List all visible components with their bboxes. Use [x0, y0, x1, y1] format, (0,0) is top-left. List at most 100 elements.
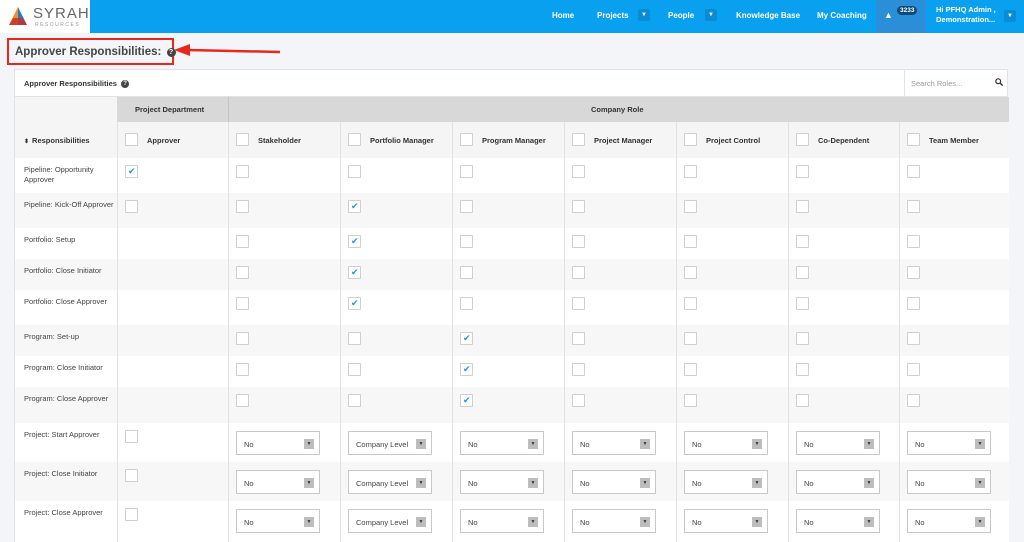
- role-checkbox[interactable]: [236, 266, 249, 279]
- role-level-select[interactable]: No ▼: [460, 509, 544, 533]
- role-level-select[interactable]: No ▼: [907, 470, 991, 494]
- role-level-select[interactable]: Company Level ▼: [348, 509, 432, 533]
- chevron-down-icon[interactable]: ▼: [975, 517, 985, 527]
- nav-projects[interactable]: Projects: [597, 11, 629, 20]
- role-level-select[interactable]: Company Level ▼: [348, 431, 432, 455]
- select-all-project-control-checkbox[interactable]: [684, 133, 697, 146]
- chevron-down-icon[interactable]: ▼: [416, 439, 426, 449]
- role-checkbox[interactable]: [907, 200, 920, 213]
- search-icon[interactable]: [995, 78, 1003, 86]
- nav-knowledge-base[interactable]: Knowledge Base: [736, 11, 800, 20]
- select-all-project-manager-checkbox[interactable]: [572, 133, 585, 146]
- role-checkbox[interactable]: [796, 394, 809, 407]
- role-checkbox[interactable]: [572, 297, 585, 310]
- role-checkbox[interactable]: [796, 235, 809, 248]
- role-checkbox[interactable]: [348, 297, 361, 310]
- role-checkbox[interactable]: [684, 297, 697, 310]
- role-level-select[interactable]: No ▼: [236, 470, 320, 494]
- role-checkbox[interactable]: [348, 332, 361, 345]
- role-checkbox[interactable]: [460, 394, 473, 407]
- role-level-select[interactable]: No ▼: [572, 431, 656, 455]
- role-checkbox[interactable]: [348, 165, 361, 178]
- role-checkbox[interactable]: [684, 332, 697, 345]
- chevron-down-icon[interactable]: ▼: [752, 439, 762, 449]
- role-checkbox[interactable]: [236, 165, 249, 178]
- role-checkbox[interactable]: [572, 200, 585, 213]
- select-all-stakeholder-checkbox[interactable]: [236, 133, 249, 146]
- role-checkbox[interactable]: [572, 165, 585, 178]
- role-checkbox[interactable]: [796, 200, 809, 213]
- role-checkbox[interactable]: [236, 363, 249, 376]
- role-checkbox[interactable]: [907, 235, 920, 248]
- chevron-down-icon[interactable]: ▼: [304, 517, 314, 527]
- role-checkbox[interactable]: [460, 363, 473, 376]
- role-checkbox[interactable]: [684, 266, 697, 279]
- role-checkbox[interactable]: [907, 266, 920, 279]
- role-checkbox[interactable]: [348, 266, 361, 279]
- select-all-portfolio-manager-checkbox[interactable]: [348, 133, 361, 146]
- nav-people[interactable]: People: [668, 11, 694, 20]
- role-level-select[interactable]: No ▼: [236, 431, 320, 455]
- role-checkbox[interactable]: [572, 394, 585, 407]
- role-level-select[interactable]: No ▼: [796, 431, 880, 455]
- chevron-down-icon[interactable]: ▼: [528, 439, 538, 449]
- logo[interactable]: SYRAH RESOURCES: [0, 0, 90, 33]
- role-checkbox[interactable]: [348, 394, 361, 407]
- role-checkbox[interactable]: [348, 235, 361, 248]
- role-checkbox[interactable]: [572, 266, 585, 279]
- chevron-down-icon[interactable]: ▼: [640, 439, 650, 449]
- role-checkbox[interactable]: [796, 297, 809, 310]
- warning-icon[interactable]: ▲: [884, 10, 893, 20]
- role-checkbox[interactable]: [796, 165, 809, 178]
- role-checkbox[interactable]: [572, 363, 585, 376]
- role-checkbox[interactable]: [907, 165, 920, 178]
- sort-icon[interactable]: ⬍: [24, 139, 29, 145]
- chevron-down-icon[interactable]: ▼: [640, 478, 650, 488]
- role-level-select[interactable]: No ▼: [796, 470, 880, 494]
- chevron-down-icon[interactable]: ▼: [975, 478, 985, 488]
- role-level-select[interactable]: No ▼: [460, 431, 544, 455]
- role-checkbox[interactable]: [236, 394, 249, 407]
- chevron-down-icon[interactable]: ▼: [640, 517, 650, 527]
- nav-home[interactable]: Home: [552, 11, 574, 20]
- approver-checkbox[interactable]: [125, 200, 138, 213]
- role-checkbox[interactable]: [460, 235, 473, 248]
- select-all-team-member-checkbox[interactable]: [907, 133, 920, 146]
- role-checkbox[interactable]: [460, 297, 473, 310]
- responsibilities-header[interactable]: ⬍ Responsibilities: [24, 136, 90, 145]
- approver-checkbox[interactable]: [125, 469, 138, 482]
- role-checkbox[interactable]: [796, 332, 809, 345]
- chevron-down-icon[interactable]: ▼: [864, 517, 874, 527]
- chevron-down-icon[interactable]: ▼: [975, 439, 985, 449]
- select-all-co-dependent-checkbox[interactable]: [796, 133, 809, 146]
- role-checkbox[interactable]: [460, 332, 473, 345]
- chevron-down-icon[interactable]: ▼: [528, 478, 538, 488]
- role-checkbox[interactable]: [460, 266, 473, 279]
- chevron-down-icon[interactable]: ▼: [416, 478, 426, 488]
- user-menu[interactable]: Hi PFHQ Admin , Demonstration...: [936, 5, 996, 25]
- role-checkbox[interactable]: [684, 394, 697, 407]
- role-checkbox[interactable]: [236, 235, 249, 248]
- role-checkbox[interactable]: [684, 200, 697, 213]
- role-checkbox[interactable]: [236, 332, 249, 345]
- role-checkbox[interactable]: [236, 297, 249, 310]
- chevron-down-icon[interactable]: ▼: [864, 439, 874, 449]
- role-checkbox[interactable]: [907, 363, 920, 376]
- role-checkbox[interactable]: [348, 200, 361, 213]
- role-level-select[interactable]: No ▼: [907, 431, 991, 455]
- chevron-down-icon[interactable]: ▼: [304, 478, 314, 488]
- role-checkbox[interactable]: [684, 363, 697, 376]
- approver-checkbox[interactable]: [125, 508, 138, 521]
- chevron-down-icon[interactable]: ▼: [416, 517, 426, 527]
- projects-dropdown-chevron-icon[interactable]: ▼: [638, 9, 650, 21]
- role-checkbox[interactable]: [460, 200, 473, 213]
- role-level-select[interactable]: Company Level ▼: [348, 470, 432, 494]
- role-checkbox[interactable]: [572, 235, 585, 248]
- role-level-select[interactable]: No ▼: [684, 470, 768, 494]
- nav-my-coaching[interactable]: My Coaching: [817, 11, 867, 20]
- select-all-program-manager-checkbox[interactable]: [460, 133, 473, 146]
- role-checkbox[interactable]: [796, 363, 809, 376]
- role-checkbox[interactable]: [684, 235, 697, 248]
- role-level-select[interactable]: No ▼: [684, 431, 768, 455]
- approver-checkbox[interactable]: [125, 430, 138, 443]
